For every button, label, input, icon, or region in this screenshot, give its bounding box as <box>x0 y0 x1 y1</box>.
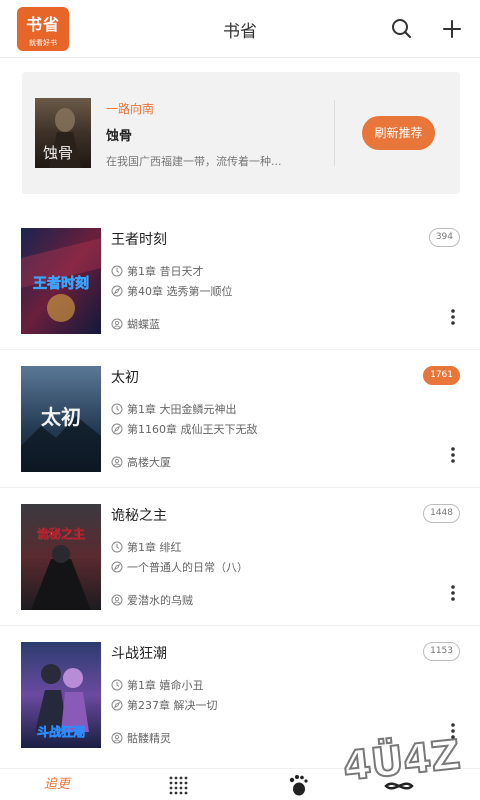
book-title: 斗战狂潮 <box>111 646 167 662</box>
book-title: 太初 <box>111 370 139 386</box>
more-vertical-icon[interactable] <box>449 445 457 465</box>
book-cover[interactable]: 斗战狂潮 <box>21 642 101 748</box>
add-button[interactable] <box>439 16 465 42</box>
recommend-card[interactable]: 蚀骨 一路向南 蚀骨 在我国广西福建一带，流传着一种... 刷新推荐 <box>22 72 460 194</box>
watermark-text: 4Ü4Z <box>341 730 463 790</box>
plus-icon <box>443 20 461 38</box>
author: 爱潜水的乌贼 <box>111 592 193 608</box>
latest-chapter: 一个普通人的日常（八） <box>111 559 248 575</box>
recommend-cover[interactable]: 蚀骨 <box>35 98 91 168</box>
refresh-recommend-button[interactable]: 刷新推荐 <box>362 116 435 150</box>
user-icon <box>111 594 123 606</box>
book-cover[interactable]: 太初 <box>21 366 101 472</box>
user-icon <box>111 318 123 330</box>
author: 骷髅精灵 <box>111 730 171 746</box>
first-chapter: 第1章 昔日天才 <box>111 263 204 279</box>
latest-chapter-text: 一个普通人的日常（八） <box>127 561 248 574</box>
author-name: 高楼大厦 <box>127 456 171 469</box>
latest-chapter: 第1160章 成仙王天下无敌 <box>111 421 258 437</box>
latest-chapter: 第40章 选秀第一顺位 <box>111 283 233 299</box>
recommend-book-title: 蚀骨 <box>106 129 133 144</box>
latest-chapter-text: 第237章 解决一切 <box>127 699 218 712</box>
first-chapter-text: 第1章 昔日天才 <box>127 265 204 278</box>
divider <box>334 100 335 166</box>
search-icon <box>392 19 412 39</box>
book-item[interactable]: 王者时刻 王者时刻 第1章 昔日天才 第40章 选秀第一顺位 蝴蝶蓝 394 <box>0 212 480 350</box>
author-name: 爱潜水的乌贼 <box>127 594 193 607</box>
author: 蝴蝶蓝 <box>111 316 160 332</box>
tab-follow[interactable]: 追更 <box>44 773 78 797</box>
recommend-description: 在我国广西福建一带，流传着一种... <box>106 155 282 168</box>
compass-icon <box>111 561 123 573</box>
author: 高楼大厦 <box>111 454 171 470</box>
user-icon <box>111 732 123 744</box>
compass-icon <box>111 423 123 435</box>
book-item[interactable]: 诡秘之主 诡秘之主 第1章 绯红 一个普通人的日常（八） 爱潜水的乌贼 1448 <box>0 488 480 626</box>
author-name: 蝴蝶蓝 <box>127 318 160 331</box>
first-chapter: 第1章 大田金鳞元神出 <box>111 401 237 417</box>
latest-chapter-text: 第1160章 成仙王天下无敌 <box>127 423 258 436</box>
clock-icon <box>111 679 123 691</box>
clock-icon <box>111 541 123 553</box>
book-cover[interactable]: 王者时刻 <box>21 228 101 334</box>
book-cover-title: 诡秘之主 <box>37 526 85 541</box>
update-count-badge: 1153 <box>423 642 460 661</box>
tab-discover[interactable] <box>166 773 192 797</box>
update-count-badge: 1448 <box>423 504 460 523</box>
user-icon <box>111 456 123 468</box>
clock-icon <box>111 265 123 277</box>
update-count-badge: 1761 <box>423 366 460 385</box>
author-name: 骷髅精灵 <box>127 732 171 745</box>
first-chapter: 第1章 嬉命小丑 <box>111 677 204 693</box>
clock-icon <box>111 403 123 415</box>
tab-footprint[interactable] <box>285 773 311 797</box>
watermark-logo: 4Ü4Z <box>328 724 478 796</box>
book-cover-title: 太初 <box>41 405 81 429</box>
book-cover-title: 王者时刻 <box>33 275 89 292</box>
more-vertical-icon[interactable] <box>449 307 457 327</box>
latest-chapter: 第237章 解决一切 <box>111 697 218 713</box>
footprint-icon <box>289 775 308 796</box>
book-title: 诡秘之主 <box>111 508 167 524</box>
more-vertical-icon[interactable] <box>449 583 457 603</box>
book-cover-title: 斗战狂潮 <box>37 724 85 739</box>
first-chapter-text: 第1章 绯红 <box>127 541 182 554</box>
book-cover[interactable]: 诡秘之主 <box>21 504 101 610</box>
search-button[interactable] <box>389 16 415 42</box>
dot-grid-icon <box>169 776 188 795</box>
book-title: 王者时刻 <box>111 232 167 248</box>
compass-icon <box>111 285 123 297</box>
compass-icon <box>111 699 123 711</box>
first-chapter: 第1章 绯红 <box>111 539 182 555</box>
latest-chapter-text: 第40章 选秀第一顺位 <box>127 285 233 298</box>
first-chapter-text: 第1章 嬉命小丑 <box>127 679 204 692</box>
recommend-cover-title: 蚀骨 <box>43 144 73 162</box>
top-bar: 书省 就看好书 书省 <box>0 0 480 58</box>
recommend-category: 一路向南 <box>106 102 155 116</box>
update-count-badge: 394 <box>428 228 460 247</box>
book-item[interactable]: 太初 太初 第1章 大田金鳞元神出 第1160章 成仙王天下无敌 高楼大厦 17… <box>0 350 480 488</box>
first-chapter-text: 第1章 大田金鳞元神出 <box>127 403 237 416</box>
